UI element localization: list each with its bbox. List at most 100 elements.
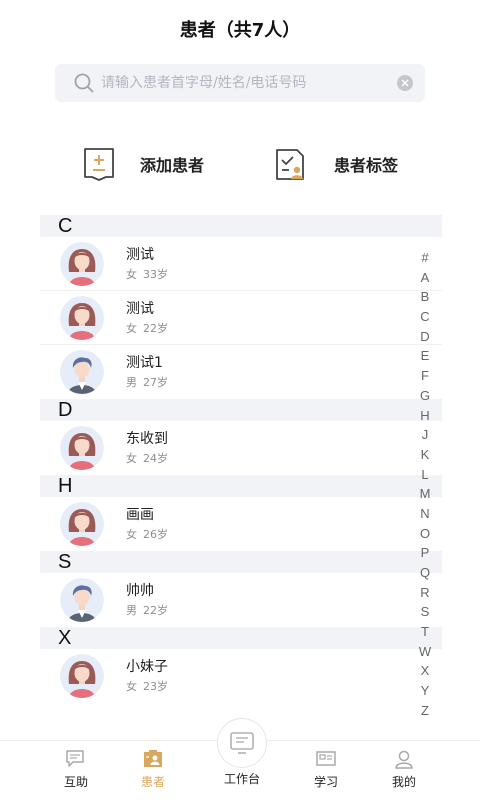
index-letter[interactable]: W (419, 642, 431, 662)
patient-info: 测试女 22岁 (126, 300, 174, 336)
patient-row[interactable]: 测试女 33岁 (40, 237, 442, 291)
patient-tags-button[interactable]: 患者标签 (274, 140, 398, 188)
female-avatar-icon (60, 295, 104, 340)
index-letter[interactable]: P (421, 543, 430, 563)
header: 患者（共7人） (0, 0, 480, 58)
index-letter[interactable]: A (421, 268, 430, 288)
add-patient-label: 添加患者 (140, 156, 205, 175)
tab-label: 患者 (140, 775, 165, 789)
section-header-h: H (40, 475, 442, 497)
male-avatar-icon (60, 578, 104, 622)
patient-gender: 女 (126, 452, 137, 465)
patient-meta: 男 22岁 (126, 604, 174, 618)
tab-label: 学习 (313, 775, 338, 789)
index-letter[interactable]: Z (421, 701, 429, 721)
female-avatar-icon (60, 426, 104, 470)
patient-gender: 女 (126, 267, 137, 281)
index-letter[interactable]: N (420, 504, 429, 524)
patient-tags-icon (276, 149, 304, 180)
index-letter[interactable]: K (421, 445, 430, 465)
index-letter[interactable]: X (421, 661, 430, 681)
female-avatar-icon (60, 502, 104, 546)
patient-name: 测试1 (126, 355, 163, 371)
close-icon (401, 79, 409, 87)
search-icon (74, 73, 94, 93)
tab-label: 我的 (391, 775, 416, 789)
index-letter[interactable]: O (420, 524, 430, 544)
tab-workbench-label: 工作台 (223, 772, 260, 786)
tab-mine[interactable]: 我的 (364, 741, 444, 800)
patient-info: 测试1 男 27岁 (126, 354, 174, 390)
patient-age: 24岁 (143, 452, 168, 465)
female-avatar-icon (60, 654, 104, 698)
patient-meta: 女 33岁 (126, 268, 174, 282)
patient-row[interactable]: 帅帅男 22岁 (40, 573, 442, 627)
index-letter[interactable]: L (421, 465, 428, 485)
patient-list[interactable]: C 测试女 33岁 测试女 22岁 测试1 男 27岁 D 东收到女 24岁 H 画画女 26岁 S 帅帅男 2… (40, 215, 442, 703)
patient-gender: 女 (126, 528, 137, 541)
patient-row[interactable]: 测试1 男 27岁 (40, 345, 442, 399)
patient-row[interactable]: 东收到女 24岁 (40, 421, 442, 475)
patient-name: 帅帅 (126, 583, 154, 599)
patient-info: 东收到女 24岁 (126, 430, 174, 466)
index-letter[interactable]: D (420, 327, 429, 347)
search-input[interactable] (101, 75, 397, 91)
index-letter[interactable]: # (421, 248, 428, 268)
index-letter[interactable]: S (421, 602, 430, 622)
index-letter[interactable]: T (421, 622, 429, 642)
index-letter[interactable]: B (421, 287, 430, 307)
index-letter[interactable]: M (420, 484, 431, 504)
patient-meta: 男 27岁 (126, 376, 174, 390)
add-patient-button[interactable]: 添加患者 (82, 140, 204, 188)
patient-info: 小妹子女 23岁 (126, 658, 174, 694)
patient-row[interactable]: 画画女 26岁 (40, 497, 442, 551)
patient-age: 27岁 (143, 376, 168, 389)
page-title: 患者（共7人） (179, 20, 301, 41)
patient-name: 小妹子 (126, 659, 168, 675)
alphabet-index[interactable]: # A B C D E F G H J K L M N O P Q R S T W X Y Z (414, 248, 436, 721)
index-letter[interactable]: H (420, 406, 429, 426)
tab-label: 互助 (63, 775, 88, 789)
patient-age: 33岁 (143, 267, 168, 281)
patient-meta: 女 22岁 (126, 322, 174, 336)
patient-age: 23岁 (143, 680, 168, 693)
index-letter[interactable]: R (420, 583, 429, 603)
index-letter[interactable]: C (420, 307, 429, 327)
patient-row[interactable]: 小妹子女 23岁 (40, 649, 442, 703)
section-header-c: C (40, 215, 442, 237)
patient-info: 帅帅男 22岁 (126, 582, 174, 618)
male-avatar-icon (60, 350, 104, 394)
index-letter[interactable]: E (421, 346, 430, 366)
add-patient-icon (84, 148, 114, 181)
index-letter[interactable]: F (421, 366, 429, 386)
chat-icon (66, 750, 84, 767)
tab-mutual-help[interactable]: 互助 (36, 741, 116, 800)
patient-name: 测试 (126, 300, 154, 317)
tab-workbench[interactable] (217, 718, 267, 768)
tab-study[interactable]: 学习 (286, 741, 366, 800)
patient-meta: 女 26岁 (126, 528, 174, 542)
profile-icon (395, 750, 413, 769)
index-letter[interactable]: Y (421, 681, 430, 701)
patient-gender: 男 (126, 376, 137, 389)
search-bar[interactable] (55, 64, 425, 102)
index-letter[interactable]: Q (420, 563, 430, 583)
index-letter[interactable]: J (422, 425, 429, 445)
patient-age: 26岁 (143, 528, 168, 541)
workbench-icon (230, 732, 254, 754)
tab-patients[interactable]: 患者 (113, 741, 193, 800)
patient-row[interactable]: 测试女 22岁 (40, 291, 442, 345)
action-row: 添加患者 患者标签 (0, 140, 480, 188)
patient-meta: 女 23岁 (126, 680, 174, 694)
patient-age: 22岁 (143, 604, 168, 617)
clear-search-button[interactable] (397, 75, 413, 91)
patient-info: 画画女 26岁 (126, 506, 174, 542)
patient-name: 东收到 (126, 431, 168, 447)
study-icon (316, 751, 336, 766)
patient-age: 22岁 (143, 321, 168, 335)
patient-gender: 女 (126, 321, 137, 335)
patient-gender: 男 (126, 604, 137, 617)
patient-name: 测试 (126, 246, 154, 263)
patient-tags-label: 患者标签 (334, 156, 399, 175)
index-letter[interactable]: G (420, 386, 430, 406)
